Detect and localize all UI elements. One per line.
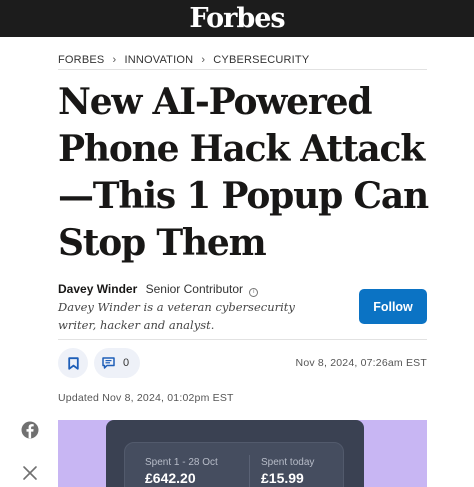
breadcrumb: FORBES › INNOVATION › CYBERSECURITY [58,50,427,70]
divider [58,339,427,340]
author-role: Senior Contributor [145,282,243,296]
bookmark-icon [67,356,79,370]
comment-icon [102,357,115,369]
chevron-right-icon: › [112,53,117,66]
breadcrumb-innovation[interactable]: INNOVATION [124,54,193,66]
article-action-bar: 0 Nov 8, 2024, 07:26am EST [58,346,427,380]
spending-stat-period: Spent 1 - 28 Oct £642.20 [145,457,218,486]
comment-count: 0 [123,357,130,369]
spending-stat-today: Spent today £15.99 [261,457,314,486]
author-bio: Davey Winder is a veteran cybersecurity … [58,300,295,332]
stat-label: Spent today [261,457,315,468]
stat-value: £15.99 [261,470,304,486]
forbes-logo[interactable]: Forbes [189,5,285,32]
follow-button[interactable]: Follow [359,289,427,324]
hero-image: Spent 1 - 28 Oct £642.20 Spent today £15… [58,420,427,487]
breadcrumb-cybersecurity[interactable]: CYBERSECURITY [213,54,309,66]
author-name[interactable]: Davey Winder [58,282,137,296]
top-navigation-bar: Forbes [0,0,474,37]
breadcrumb-forbes[interactable]: FORBES [58,54,104,66]
author-line: Davey Winder Senior Contributor i [58,282,259,297]
x-icon[interactable] [22,465,38,481]
spending-card: Spent 1 - 28 Oct £642.20 Spent today £15… [124,442,344,487]
article-title: New AI-Powered Phone Hack Attack—This 1 … [58,81,429,264]
divider [249,455,250,487]
stat-value: £642.20 [145,470,196,486]
bookmark-button[interactable] [58,348,88,378]
phone-screenshot: Spent 1 - 28 Oct £642.20 Spent today £15… [106,420,364,487]
info-icon[interactable]: i [249,288,259,297]
facebook-icon[interactable] [21,421,39,439]
chevron-right-icon: › [201,53,206,66]
publish-date: Nov 8, 2024, 07:26am EST [295,357,427,369]
updated-date: Updated Nov 8, 2024, 01:02pm EST [58,392,234,404]
stat-label: Spent 1 - 28 Oct [145,457,218,468]
comments-button[interactable]: 0 [94,348,140,378]
